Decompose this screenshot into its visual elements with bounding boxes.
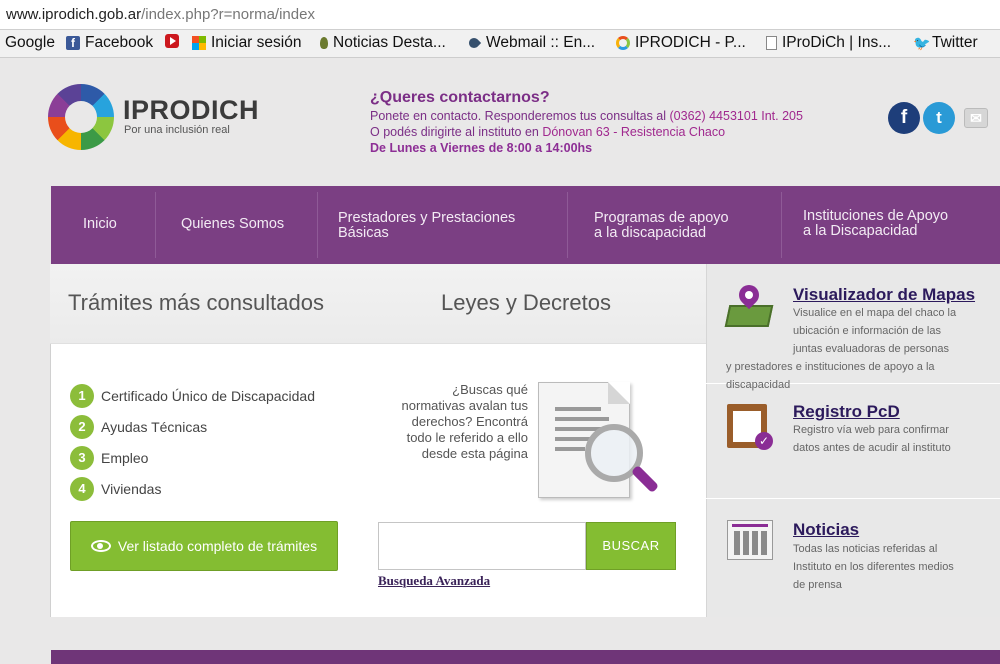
leaf-icon — [320, 37, 328, 49]
nav-item-instituciones[interactable]: Instituciones de Apoyo a la Discapacidad — [803, 209, 948, 239]
nav-item-inicio[interactable]: Inicio — [83, 217, 117, 232]
mapas-description: Visualice en el mapa del chaco la ubicac… — [793, 307, 957, 355]
number-badge: 1 — [70, 384, 94, 408]
logo-subtitle: Por una inclusión real — [124, 124, 230, 136]
logo-title[interactable]: IPRODICH — [123, 95, 259, 126]
bookmark-twitter[interactable]: 🐦 Twitter — [913, 34, 978, 52]
logo-ring-icon[interactable] — [48, 84, 114, 150]
tramite-item-viviendas[interactable]: 4 Viviendas — [70, 477, 161, 501]
contact-question: ¿Queres contactarnos? — [370, 89, 550, 106]
microsoft-icon — [192, 36, 206, 50]
contact-block: ¿Queres contactarnos? Ponete en contacto… — [370, 89, 803, 155]
footer-bar — [51, 650, 1000, 664]
registro-description: Registro vía web para confirmar datos an… — [793, 424, 951, 454]
page-icon — [766, 36, 777, 50]
facebook-button[interactable]: f — [888, 102, 920, 134]
ver-listado-button[interactable]: Ver listado completo de trámites — [70, 521, 338, 571]
drop-icon — [466, 35, 482, 51]
noticias-description: Todas las noticias referidas al Institut… — [793, 543, 954, 591]
buscar-button[interactable]: BUSCAR — [586, 522, 676, 570]
contact-address: Dónovan 63 - Resistencia Chaco — [542, 125, 726, 139]
twitter-icon: 🐦 — [913, 35, 931, 51]
visualizador-mapas-link[interactable]: Visualizador de Mapas — [793, 285, 975, 305]
bookmark-iprodich-ins[interactable]: IProDiCh | Ins... — [766, 34, 891, 52]
mail-button[interactable]: ✉ — [964, 108, 988, 128]
noticias-link[interactable]: Noticias — [793, 520, 859, 540]
contact-phone: (0362) 4453101 Int. 205 — [669, 109, 803, 123]
contact-line-1: Ponete en contacto. Responderemos tus co… — [370, 109, 803, 123]
number-badge: 3 — [70, 446, 94, 470]
nav-item-prestadores[interactable]: Prestadores y Prestaciones Básicas — [338, 211, 515, 241]
bookmark-webmail[interactable]: Webmail :: En... — [466, 34, 595, 52]
youtube-icon — [165, 34, 179, 48]
clipboard-icon[interactable] — [727, 404, 773, 450]
main-nav: Inicio Quienes Somos Prestadores y Prest… — [51, 186, 1000, 264]
address-bar[interactable]: www.iprodich.gob.ar/index.php?r=norma/in… — [0, 0, 1000, 30]
mapas-description-continued: y prestadores e instituciones de apoyo a… — [726, 361, 935, 391]
bookmarks-bar: Google f Facebook Iniciar sesión Noticias… — [0, 30, 1000, 58]
bookmark-iprodich[interactable]: IPRODICH - P... — [616, 34, 746, 52]
facebook-icon: f — [66, 36, 80, 50]
eye-icon — [90, 540, 111, 552]
contact-hours: De Lunes a Viernes de 8:00 a 14:00hs — [370, 141, 593, 155]
ring-icon — [616, 36, 630, 50]
bookmark-youtube[interactable] — [165, 34, 179, 48]
tramite-item-empleo[interactable]: 3 Empleo — [70, 446, 148, 470]
number-badge: 2 — [70, 415, 94, 439]
nav-item-quienes-somos[interactable]: Quienes Somos — [181, 217, 284, 232]
map-icon[interactable] — [724, 280, 774, 329]
url-text[interactable]: www.iprodich.gob.ar/index.php?r=norma/in… — [6, 6, 315, 23]
leyes-title: Leyes y Decretos — [441, 290, 611, 315]
number-badge: 4 — [70, 477, 94, 501]
tramites-title: Trámites más consultados — [68, 290, 324, 315]
twitter-button[interactable]: t — [923, 102, 955, 134]
nav-item-programas[interactable]: Programas de apoyo a la discapacidad — [594, 211, 729, 241]
registro-pcd-link[interactable]: Registro PcD — [793, 402, 900, 422]
tramite-item-ayudas[interactable]: 2 Ayudas Técnicas — [70, 415, 207, 439]
bookmark-iniciar-sesion[interactable]: Iniciar sesión — [192, 34, 301, 52]
leyes-description: ¿Buscas qué normativas avalan tus derech… — [401, 382, 528, 461]
newspaper-icon[interactable] — [727, 520, 773, 560]
bookmark-google[interactable]: Google — [5, 34, 55, 52]
tramite-item-certificado[interactable]: 1 Certificado Único de Discapacidad — [70, 384, 315, 408]
leyes-search-input[interactable] — [378, 522, 586, 570]
bookmark-facebook[interactable]: f Facebook — [66, 34, 153, 52]
bookmark-noticias[interactable]: Noticias Desta... — [320, 34, 446, 52]
busqueda-avanzada-link[interactable]: Busqueda Avanzada — [378, 573, 490, 589]
contact-line-2: O podés dirigirte al instituto en Dónova… — [370, 125, 726, 139]
